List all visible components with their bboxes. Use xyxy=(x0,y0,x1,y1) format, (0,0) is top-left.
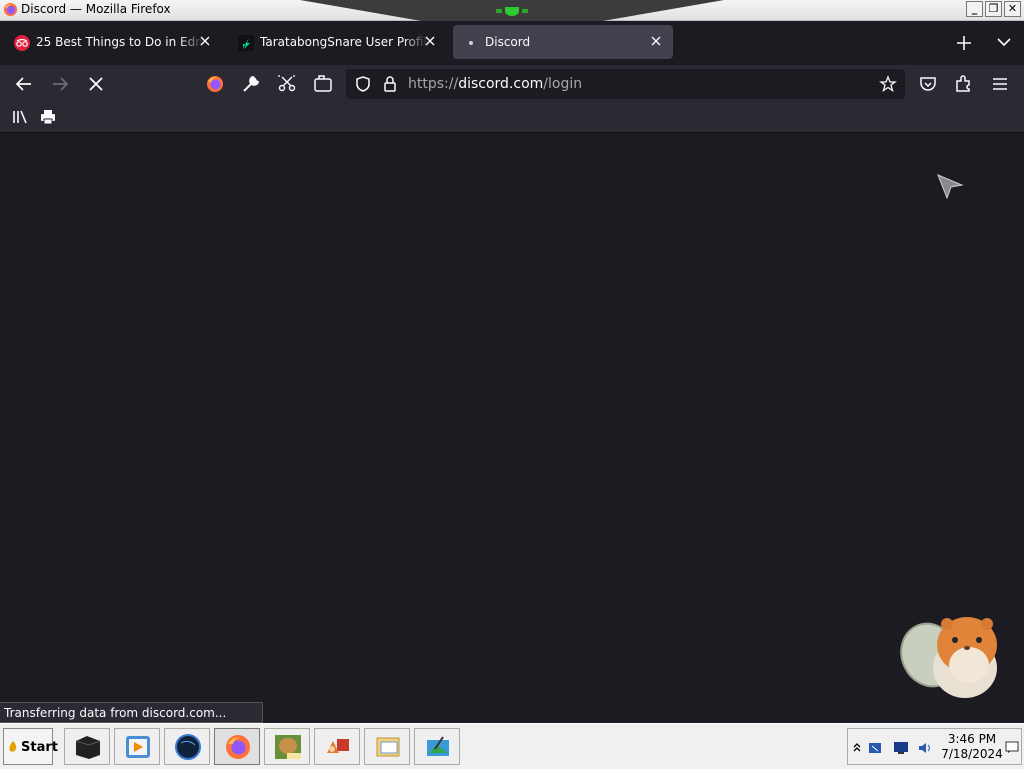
tab-strip: 25 Best Things to Do in Edmonton Taratab… xyxy=(0,21,1024,65)
bookmarks-toolbar xyxy=(0,103,1024,133)
page-content xyxy=(0,133,1024,723)
system-tray: 3:46 PM 7/18/2024 xyxy=(847,728,1022,765)
navigation-toolbar: https://discord.com/login xyxy=(0,65,1024,103)
tab-label: Discord xyxy=(485,35,531,49)
url-text[interactable]: https://discord.com/login xyxy=(408,76,582,92)
taskbar-file-manager[interactable] xyxy=(364,728,410,765)
taskbar-firefox[interactable] xyxy=(214,728,260,765)
taskbar-image-editor[interactable] xyxy=(414,728,460,765)
clock[interactable]: 3:46 PM 7/18/2024 xyxy=(941,732,1003,762)
tripadvisor-icon xyxy=(14,35,30,51)
tab-edmonton[interactable]: 25 Best Things to Do in Edmonton xyxy=(4,25,222,59)
screenshot-icon[interactable] xyxy=(276,73,298,95)
firefox-icon xyxy=(226,735,250,759)
tray-expand-icon[interactable] xyxy=(852,741,862,753)
close-tab-icon[interactable] xyxy=(649,34,663,48)
wrench-icon[interactable] xyxy=(240,73,262,95)
taskbar: Start 3:46 PM 7/18/2024 xyxy=(0,723,1024,769)
close-window-button[interactable]: ✕ xyxy=(1004,1,1021,17)
image-editor-icon xyxy=(427,736,449,756)
globe-icon xyxy=(175,734,201,760)
status-panel: Transferring data from discord.com... xyxy=(0,702,263,723)
mouse-cursor-icon xyxy=(937,174,964,200)
tab-label: TaratabongSnare User Profile | D xyxy=(260,35,428,49)
window-title: Discord — Mozilla Firefox xyxy=(21,2,171,16)
lock-icon[interactable] xyxy=(382,75,398,93)
clock-date: 7/18/2024 xyxy=(941,747,1003,761)
new-tab-icon[interactable] xyxy=(955,34,973,52)
tab-label: 25 Best Things to Do in Edmonton xyxy=(36,35,204,49)
taskbar-globe[interactable] xyxy=(164,728,210,765)
fox-game-icon xyxy=(327,739,349,753)
nexusmods-icon xyxy=(238,35,254,51)
stop-icon[interactable] xyxy=(85,73,107,95)
taskbar-media-player[interactable] xyxy=(114,728,160,765)
maximize-button[interactable]: ❐ xyxy=(985,1,1002,17)
display-icon[interactable] xyxy=(893,741,909,755)
address-bar[interactable]: https://discord.com/login xyxy=(346,69,905,99)
chevron-down-icon[interactable] xyxy=(995,35,1013,49)
volume-icon[interactable] xyxy=(917,741,933,755)
notification-icon[interactable] xyxy=(1005,740,1019,754)
minimize-button[interactable]: _ xyxy=(966,1,983,17)
shield-icon[interactable] xyxy=(354,75,372,93)
taskbar-terminal[interactable] xyxy=(64,728,110,765)
library-icon[interactable] xyxy=(11,109,29,125)
print-icon[interactable] xyxy=(39,108,57,126)
forward-icon[interactable] xyxy=(49,73,71,95)
close-tab-icon[interactable] xyxy=(423,34,437,48)
tab-discord[interactable]: Discord xyxy=(453,25,673,59)
close-tab-icon[interactable] xyxy=(198,34,212,48)
bookmark-star-icon[interactable] xyxy=(879,75,897,93)
media-player-icon xyxy=(126,736,150,758)
sync-tabs-icon[interactable] xyxy=(312,73,334,95)
indicator-led-icon xyxy=(496,7,528,16)
box-game-icon xyxy=(275,735,301,759)
pocket-icon[interactable] xyxy=(917,73,939,95)
extensions-icon[interactable] xyxy=(953,73,975,95)
network-icon[interactable] xyxy=(868,741,884,755)
taskbar-box-game[interactable] xyxy=(264,728,310,765)
hamster-mascot-icon xyxy=(900,617,997,698)
tab-nexus-profile[interactable]: TaratabongSnare User Profile | D xyxy=(228,25,447,59)
file-manager-icon xyxy=(376,737,400,757)
menu-icon[interactable] xyxy=(989,73,1011,95)
firefox-view-icon[interactable] xyxy=(204,73,226,95)
start-button[interactable]: Start xyxy=(3,728,58,765)
back-icon[interactable] xyxy=(13,73,35,95)
taskbar-fox-game[interactable] xyxy=(314,728,360,765)
terminal-icon xyxy=(75,736,101,759)
clock-time: 3:46 PM xyxy=(947,732,997,746)
loading-dot-icon xyxy=(469,41,473,45)
firefox-icon xyxy=(3,2,18,17)
start-logo-icon xyxy=(9,741,17,752)
